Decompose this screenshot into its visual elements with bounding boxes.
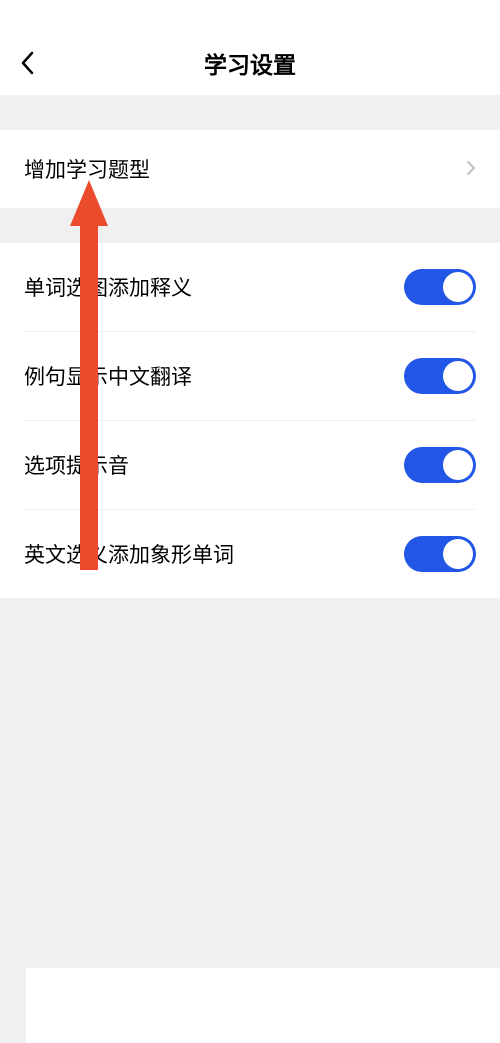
bottom-right-panel — [26, 968, 500, 1043]
toggle-knob — [443, 450, 473, 480]
toggle-label: 例句显示中文翻译 — [24, 361, 192, 391]
toggle-knob — [443, 539, 473, 569]
toggle-switch-option-sound[interactable] — [404, 447, 476, 483]
toggle-label: 英文选义添加象形单词 — [24, 539, 234, 569]
add-question-types-label: 增加学习题型 — [24, 154, 150, 184]
page-title: 学习设置 — [0, 46, 500, 80]
toggle-label: 选项提示音 — [24, 450, 129, 480]
toggle-switch-english-pictograph-word[interactable] — [404, 536, 476, 572]
toggle-row-english-pictograph-word: 英文选义添加象形单词 — [24, 510, 476, 598]
header: 学习设置 — [0, 0, 500, 95]
toggle-label: 单词选图添加释义 — [24, 272, 192, 302]
add-question-types-row[interactable]: 增加学习题型 — [0, 130, 500, 208]
section-gap — [0, 208, 500, 243]
bottom-area — [0, 968, 500, 1043]
section-gap — [0, 95, 500, 130]
chevron-right-icon — [466, 160, 476, 179]
toggle-row-option-sound: 选项提示音 — [24, 421, 476, 510]
bottom-left-strip — [0, 968, 26, 1043]
toggle-row-word-image-definition: 单词选图添加释义 — [24, 243, 476, 332]
toggle-knob — [443, 361, 473, 391]
toggle-switch-word-image-definition[interactable] — [404, 269, 476, 305]
toggle-switch-example-chinese-translation[interactable] — [404, 358, 476, 394]
back-icon[interactable] — [20, 51, 34, 80]
toggle-section: 单词选图添加释义 例句显示中文翻译 选项提示音 英文选义添加象形单词 — [0, 243, 500, 598]
toggle-knob — [443, 272, 473, 302]
toggle-row-example-chinese-translation: 例句显示中文翻译 — [24, 332, 476, 421]
